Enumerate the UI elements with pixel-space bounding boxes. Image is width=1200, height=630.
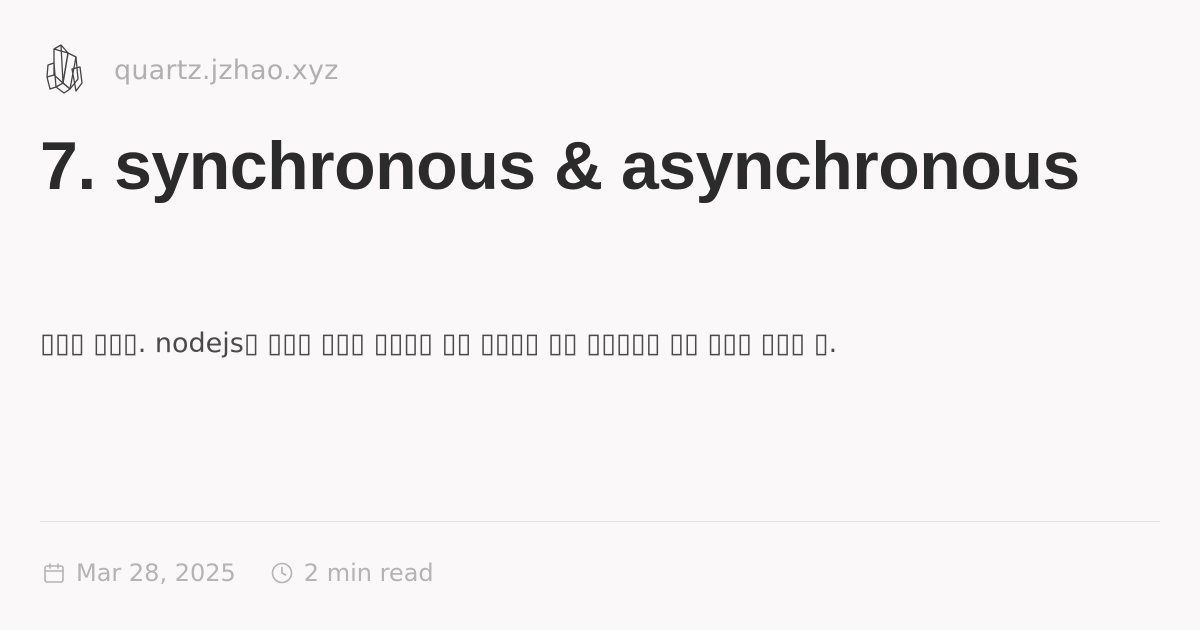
reading-time-text: 2 min read	[303, 559, 434, 587]
site-name[interactable]: quartz.jzhao.xyz	[114, 55, 339, 86]
reading-time: 2 min read	[270, 559, 434, 587]
clock-icon	[271, 562, 293, 584]
site-header: quartz.jzhao.xyz	[44, 40, 339, 100]
page-title: 7. synchronous & asynchronous	[40, 128, 1080, 204]
post-date: Mar 28, 2025	[42, 559, 236, 587]
divider	[40, 521, 1160, 522]
crystal-cluster-icon	[46, 44, 83, 94]
post-description: ▯▯▯ ▯▯▯. nodejs▯ ▯▯▯ ▯▯▯ ▯▯▯▯ ▯▯ ▯▯▯▯ ▯▯…	[40, 328, 838, 359]
post-meta: Mar 28, 2025 2 min read	[42, 555, 434, 591]
calendar-icon	[44, 563, 64, 583]
post-date-text: Mar 28, 2025	[76, 559, 236, 587]
